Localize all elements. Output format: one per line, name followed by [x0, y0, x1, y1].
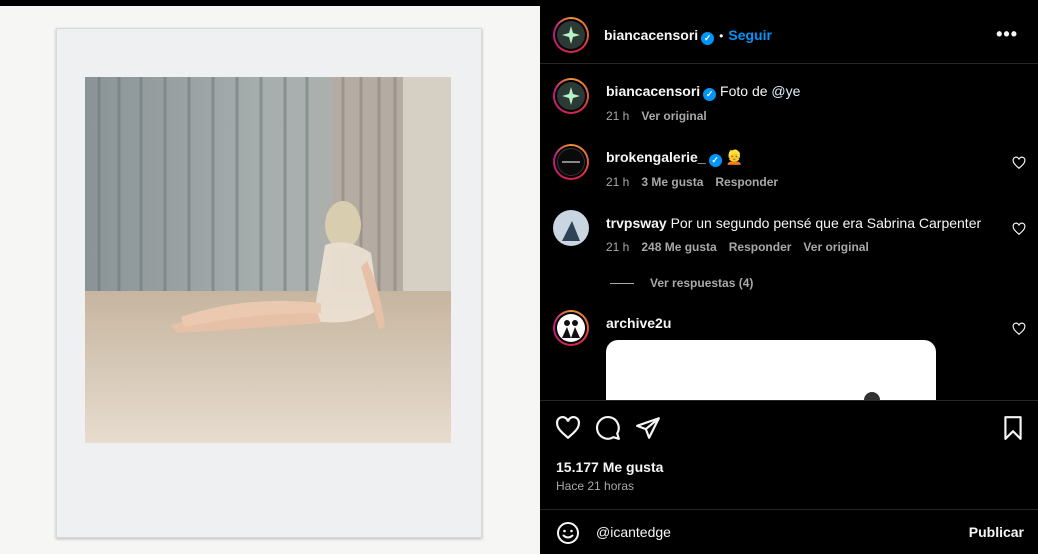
more-options-icon[interactable]: ••• [996, 24, 1018, 45]
author-username[interactable]: biancacensori [604, 27, 698, 43]
comment-author[interactable]: brokengalerie_ [606, 149, 706, 165]
comment-body: brokengalerie_ ✓ 👱 21 h 3 Me gusta Responde… [606, 148, 996, 191]
header-title: biancacensori ✓ • Seguir [604, 27, 772, 45]
comment-like-heart-icon[interactable] [1012, 222, 1026, 236]
comment-avatar[interactable] [553, 144, 589, 180]
comment-likes[interactable]: 3 Me gusta [641, 175, 703, 189]
view-replies-button[interactable]: Ver respuestas (4) [610, 276, 753, 290]
comment-meta: 21 h 248 Me gusta Responder Ver original [606, 238, 996, 256]
comment-input[interactable] [596, 524, 936, 540]
separator-dot: • [719, 29, 724, 43]
caption-author[interactable]: biancacensori [606, 83, 700, 99]
reply-button[interactable]: Responder [715, 175, 778, 189]
comment-body: archive2u [606, 314, 996, 332]
post-details-panel: biancacensori ✓ • Seguir ••• biancacensori ✓… [540, 6, 1038, 554]
like-heart-icon[interactable] [555, 415, 581, 441]
post-time[interactable]: Hace 21 horas [556, 479, 634, 493]
avatar-photo-icon [562, 221, 580, 241]
post-media [0, 0, 540, 554]
comment-avatar[interactable] [553, 310, 589, 346]
comment-attachment-image[interactable] [606, 340, 936, 400]
comment-author[interactable]: trvpsway [606, 215, 667, 231]
attachment-shape [864, 392, 880, 400]
avatar-logo-icon [562, 161, 580, 163]
caption-avatar[interactable] [553, 78, 589, 114]
avatar-art-icon [562, 26, 580, 44]
share-send-icon[interactable] [635, 415, 661, 441]
comment-time[interactable]: 21 h [606, 240, 629, 254]
comment-composer: Publicar [540, 509, 1038, 554]
verified-badge-icon: ✓ [708, 154, 722, 167]
media-top-bar [0, 0, 540, 6]
caption-time[interactable]: 21 h [606, 109, 629, 123]
comments-list[interactable]: biancacensori ✓ Foto de @ye 21 h Ver origi… [540, 64, 1038, 400]
action-bar: 15.177 Me gusta Hace 21 horas Publicar [540, 400, 1038, 554]
comment-time[interactable]: 21 h [606, 175, 629, 189]
comment-author[interactable]: archive2u [606, 315, 671, 331]
polaroid-frame [56, 28, 482, 538]
comment-bubble-icon[interactable] [595, 415, 621, 441]
comment-likes[interactable]: 248 Me gusta [641, 240, 716, 254]
caption-mention[interactable]: @ye [771, 83, 800, 99]
emoji-icon[interactable] [556, 521, 580, 545]
caption-meta: 21 h Ver original [606, 107, 996, 125]
comment-like-heart-icon[interactable] [1012, 322, 1026, 336]
photo-illustration [85, 77, 451, 443]
see-original-link[interactable]: Ver original [641, 109, 706, 123]
caption-body: biancacensori ✓ Foto de @ye 21 h Ver origi… [606, 82, 996, 125]
comment-like-heart-icon[interactable] [1012, 156, 1026, 170]
publish-button[interactable]: Publicar [969, 524, 1024, 540]
comment-body: trvpsway Por un segundo pensé que era Sa… [606, 214, 996, 256]
avatar-figures-icon [562, 320, 580, 338]
comment-avatar[interactable] [553, 210, 589, 246]
verified-badge-icon: ✓ [701, 32, 715, 45]
replies-divider [610, 283, 634, 285]
comment-text: Por un segundo pensé que era Sabrina Car… [670, 215, 982, 231]
view-replies-label: Ver respuestas (4) [650, 276, 754, 290]
comment-text: 👱 [725, 149, 743, 165]
see-original-link[interactable]: Ver original [803, 240, 868, 254]
author-avatar[interactable] [553, 17, 589, 53]
verified-badge-icon: ✓ [703, 88, 717, 101]
like-count[interactable]: 15.177 Me gusta [556, 459, 663, 475]
save-bookmark-icon[interactable] [1000, 415, 1026, 441]
post-header: biancacensori ✓ • Seguir ••• [540, 6, 1038, 64]
post-photo[interactable] [85, 77, 451, 443]
caption-text: Foto de [720, 83, 772, 99]
avatar-art-icon [562, 87, 580, 105]
comment-meta: 21 h 3 Me gusta Responder [606, 173, 996, 191]
follow-button[interactable]: Seguir [728, 27, 772, 43]
reply-button[interactable]: Responder [729, 240, 792, 254]
